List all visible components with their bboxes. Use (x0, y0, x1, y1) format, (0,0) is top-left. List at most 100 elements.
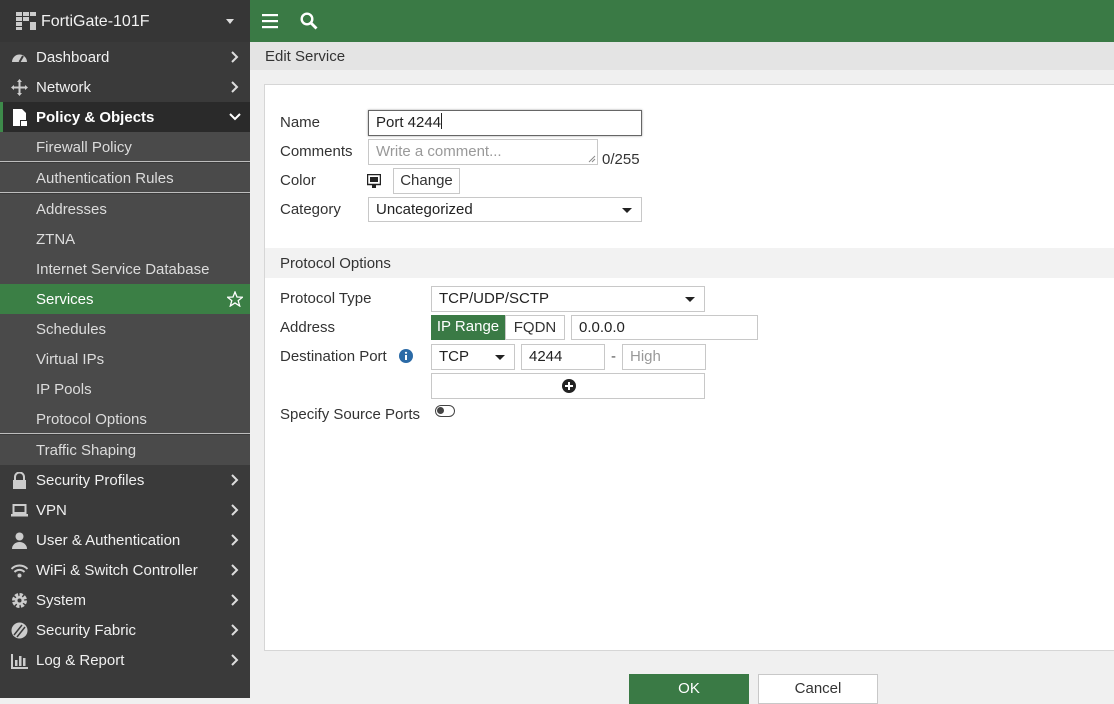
color-label: Color (280, 172, 316, 189)
comments-textarea[interactable]: Write a comment... (368, 139, 598, 165)
sidebar-item-virtual-ips[interactable]: Virtual IPs (0, 344, 250, 374)
nav-security-fabric[interactable]: Security Fabric (0, 615, 250, 645)
chevron-right-icon (231, 51, 239, 63)
color-swatch-icon (367, 174, 381, 188)
sidebar-item-authentication-rules[interactable]: Authentication Rules (0, 163, 250, 193)
nav-vpn[interactable]: VPN (0, 495, 250, 525)
port-range-separator: - (611, 348, 616, 365)
user-icon (12, 532, 27, 549)
chevron-right-icon (231, 474, 239, 486)
protocol-type-label: Protocol Type (280, 290, 372, 307)
info-icon[interactable] (399, 349, 413, 363)
page-title-bar: Edit Service (250, 42, 1114, 70)
sidebar-item-label: Protocol Options (36, 411, 147, 428)
fabric-icon (11, 622, 28, 639)
nav-label: VPN (36, 502, 67, 519)
cancel-button[interactable]: Cancel (758, 674, 878, 704)
nav-log-report[interactable]: Log & Report (0, 645, 250, 675)
chevron-right-icon (231, 594, 239, 606)
gear-icon (12, 593, 27, 608)
section-title: Protocol Options (280, 255, 391, 272)
resize-handle-icon[interactable] (588, 155, 596, 163)
category-value: Uncategorized (376, 201, 473, 218)
wifi-icon (11, 564, 28, 578)
destination-port-low-value: 4244 (529, 348, 563, 365)
chevron-right-icon (231, 624, 239, 636)
nav-label: Security Fabric (36, 622, 137, 639)
add-port-range-button[interactable] (431, 373, 705, 399)
sidebar-item-label: IP Pools (36, 381, 92, 398)
address-fqdn-toggle[interactable]: FQDN (505, 315, 565, 340)
sidebar-item-services[interactable]: Services (0, 284, 250, 314)
protocol-type-select[interactable]: TCP/UDP/SCTP (431, 286, 705, 312)
name-input[interactable]: Port 4244 (368, 110, 642, 136)
chevron-down-icon (229, 113, 241, 121)
sidebar-item-ip-pools[interactable]: IP Pools (0, 374, 250, 404)
sidebar-item-firewall-policy[interactable]: Firewall Policy (0, 132, 250, 162)
chevron-right-icon (231, 81, 239, 93)
destination-port-high-placeholder: High (630, 348, 661, 365)
chevron-down-icon (226, 19, 234, 24)
chevron-right-icon (231, 564, 239, 576)
nav-label: Log & Report (36, 652, 125, 669)
nav-user-authentication[interactable]: User & Authentication (0, 525, 250, 555)
device-name: FortiGate-101F (41, 13, 150, 30)
protocol-type-value: TCP/UDP/SCTP (439, 290, 550, 307)
nav-security-profiles[interactable]: Security Profiles (0, 465, 250, 495)
sidebar-item-label: Traffic Shaping (36, 442, 137, 459)
ok-button[interactable]: OK (629, 674, 749, 704)
chevron-right-icon (231, 654, 239, 666)
sidebar-item-ztna[interactable]: ZTNA (0, 224, 250, 254)
destination-protocol-select[interactable]: TCP (431, 344, 515, 370)
nav-label: Network (36, 79, 92, 96)
text-cursor (441, 113, 443, 129)
dashboard-icon (12, 54, 27, 63)
sidebar-item-addresses[interactable]: Addresses (0, 194, 250, 224)
comments-placeholder: Write a comment... (376, 143, 502, 160)
destination-port-high-input[interactable]: High (622, 344, 706, 370)
hamburger-menu-icon[interactable] (262, 13, 278, 29)
destination-port-low-input[interactable]: 4244 (521, 344, 605, 370)
nav-system[interactable]: System (0, 585, 250, 615)
nav-wifi-switch-controller[interactable]: WiFi & Switch Controller (0, 555, 250, 585)
category-select[interactable]: Uncategorized (368, 197, 642, 222)
sidebar-item-label: Virtual IPs (36, 351, 105, 368)
color-change-button[interactable]: Change (393, 168, 460, 194)
protocol-options-section: Protocol Options (265, 248, 1114, 278)
top-bar (250, 0, 1114, 42)
specify-source-ports-toggle[interactable] (435, 405, 455, 417)
search-icon[interactable] (300, 12, 318, 30)
name-input-value: Port 4244 (376, 114, 442, 131)
policy-document-icon (13, 109, 27, 126)
nav-label: User & Authentication (36, 532, 181, 549)
nav-label: WiFi & Switch Controller (36, 562, 198, 579)
sidebar-item-label: ZTNA (36, 231, 76, 248)
device-selector[interactable]: FortiGate-101F (0, 0, 250, 42)
sidebar-item-schedules[interactable]: Schedules (0, 314, 250, 344)
address-label: Address (280, 319, 336, 336)
destination-protocol-value: TCP (439, 348, 469, 365)
toggle-knob (437, 407, 444, 414)
sidebar-item-label: Addresses (36, 201, 107, 218)
page-title: Edit Service (265, 48, 346, 65)
sidebar-item-internet-service-database[interactable]: Internet Service Database (0, 254, 250, 284)
name-label: Name (280, 114, 321, 131)
sidebar-item-label: Internet Service Database (36, 261, 210, 278)
chevron-right-icon (231, 534, 239, 546)
address-input[interactable]: 0.0.0.0 (571, 315, 758, 340)
destination-port-label: Destination Port (280, 348, 387, 365)
comments-label: Comments (280, 143, 353, 160)
sidebar-item-protocol-options[interactable]: Protocol Options (0, 404, 250, 434)
star-favorite-icon[interactable] (227, 291, 243, 307)
chevron-right-icon (231, 504, 239, 516)
sidebar-item-traffic-shaping[interactable]: Traffic Shaping (0, 435, 250, 465)
network-move-icon (11, 79, 28, 96)
specify-source-ports-label: Specify Source Ports (280, 406, 421, 423)
nav-network[interactable]: Network (0, 72, 250, 102)
address-ip-range-toggle[interactable]: IP Range (431, 315, 505, 340)
laptop-icon (11, 504, 28, 517)
nav-policy-objects[interactable]: Policy & Objects (0, 102, 250, 132)
bar-chart-icon (11, 654, 28, 669)
nav-dashboard[interactable]: Dashboard (0, 42, 250, 72)
address-value: 0.0.0.0 (579, 319, 625, 336)
